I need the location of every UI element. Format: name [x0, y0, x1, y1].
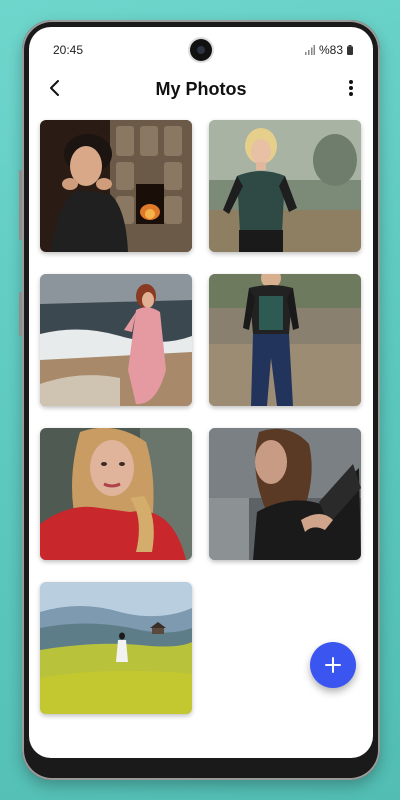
plus-icon: [325, 657, 341, 673]
battery-icon: [347, 45, 353, 55]
status-bar: 20:45 %83: [29, 27, 373, 67]
app-bar: My Photos: [29, 67, 373, 115]
front-camera: [190, 39, 212, 61]
status-icons: %83: [304, 43, 353, 57]
more-vert-icon: [349, 80, 353, 96]
photo-thumbnail[interactable]: [40, 120, 192, 252]
add-photo-button[interactable]: [310, 642, 356, 688]
photo-thumbnail[interactable]: [40, 428, 192, 560]
photo-thumbnail[interactable]: [40, 274, 192, 406]
page-title: My Photos: [155, 79, 247, 99]
photo-thumbnail[interactable]: [209, 274, 361, 406]
power-button: [19, 292, 22, 336]
photo-thumbnail[interactable]: [209, 428, 361, 560]
status-time: 20:45: [53, 43, 84, 57]
signal-icon: [304, 45, 315, 55]
more-options-button[interactable]: [341, 73, 361, 103]
volume-button: [19, 170, 22, 240]
photo-thumbnail[interactable]: [40, 582, 192, 714]
battery-level: %83: [318, 43, 343, 57]
phone-screen: 20:45 %83 My Photos: [29, 27, 373, 758]
photo-thumbnail[interactable]: [209, 120, 361, 252]
